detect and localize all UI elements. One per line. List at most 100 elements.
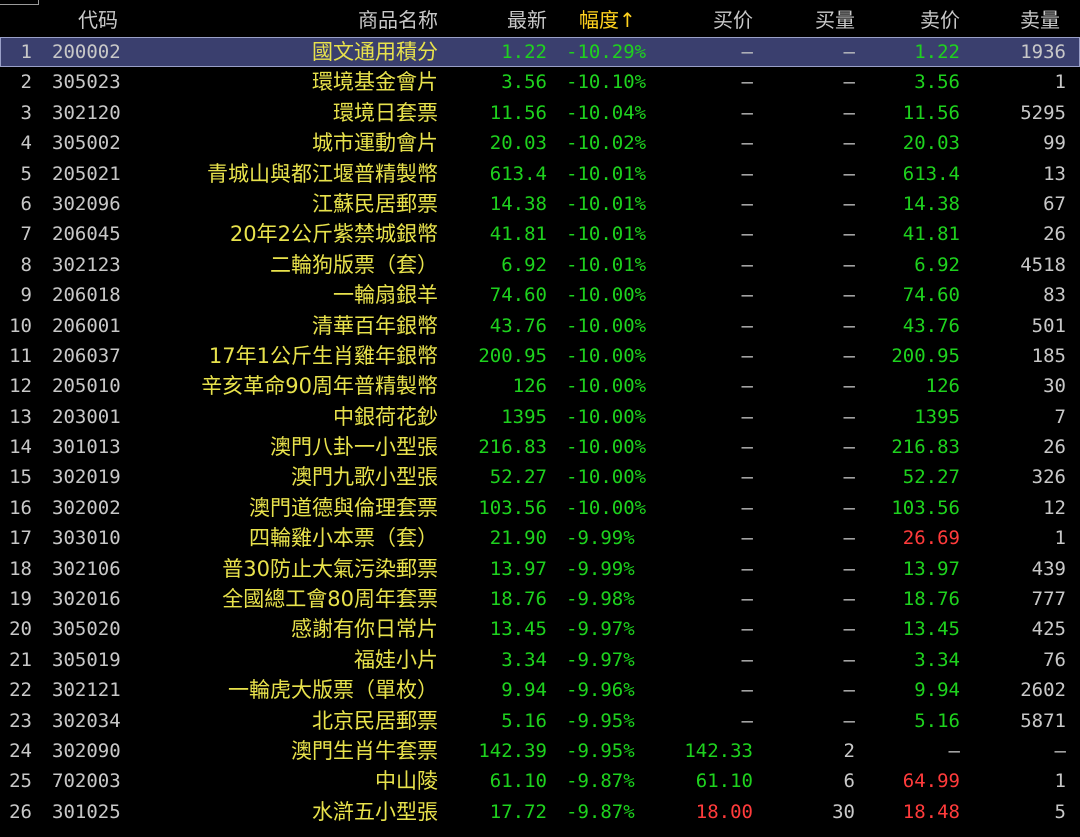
table-row[interactable]: 19 302016 全國總工會80周年套票 18.76 -9.98% — — 18.76 777 bbox=[0, 584, 1080, 614]
row-ask-price: 20.03 bbox=[902, 132, 960, 155]
header-bid[interactable]: 买价 bbox=[713, 4, 753, 35]
row-code: 301025 bbox=[52, 800, 121, 823]
row-bid-price: — bbox=[741, 405, 753, 428]
table-row[interactable]: 25 702003 中山陵 61.10 -9.87% 61.10 6 64.99 1 bbox=[0, 766, 1080, 796]
header-code[interactable]: 代码 bbox=[78, 4, 118, 35]
table-row[interactable]: 2 305023 環境基金會片 3.56 -10.10% — — 3.56 1 bbox=[0, 67, 1080, 97]
row-bid-volume: — bbox=[843, 314, 855, 337]
table-row[interactable]: 24 302090 澳門生肖牛套票 142.39 -9.95% 142.33 2 — — bbox=[0, 736, 1080, 766]
row-bid-price: — bbox=[741, 618, 753, 641]
header-change-sorted[interactable]: 幅度↑ bbox=[579, 4, 636, 35]
row-ask-volume: 185 bbox=[1031, 344, 1066, 367]
row-change-percent: -10.01% bbox=[566, 253, 647, 276]
table-row[interactable]: 11 206037 17年1公斤生肖雞年銀幣 200.95 -10.00% — — 200.9… bbox=[0, 341, 1080, 371]
row-bid-volume: — bbox=[843, 618, 855, 641]
row-code: 303010 bbox=[52, 527, 121, 550]
table-row[interactable]: 16 302002 澳門道德與倫理套票 103.56 -10.00% — — 103.56 12 bbox=[0, 493, 1080, 523]
table-row[interactable]: 1 200002 國文通用積分 1.22 -10.29% — — 1.22 1936 bbox=[0, 37, 1080, 68]
row-change-percent: -10.00% bbox=[566, 436, 647, 459]
table-row[interactable]: 13 203001 中銀荷花鈔 1395 -10.00% — — 1395 7 bbox=[0, 402, 1080, 432]
table-row[interactable]: 26 301025 水滸五小型張 17.72 -9.87% 18.00 30 18.48 5 bbox=[0, 797, 1080, 827]
table-row[interactable]: 22 302121 一輪虎大版票（單枚） 9.94 -9.96% — — 9.94 2602 bbox=[0, 675, 1080, 705]
row-last-price: 13.45 bbox=[489, 618, 547, 641]
row-code: 302096 bbox=[52, 192, 121, 215]
row-ask-price: 5.16 bbox=[914, 709, 960, 732]
header-ask-volume[interactable]: 卖量 bbox=[1020, 4, 1060, 35]
table-row[interactable]: 17 303010 四輪雞小本票（套） 21.90 -9.99% — — 26.69 1 bbox=[0, 523, 1080, 553]
row-ask-price: 613.4 bbox=[902, 162, 960, 185]
row-change-percent: -9.95% bbox=[566, 739, 635, 762]
row-ask-volume: 26 bbox=[1043, 223, 1066, 246]
table-row[interactable]: 10 206001 清華百年銀幣 43.76 -10.00% — — 43.76 501 bbox=[0, 311, 1080, 341]
row-bid-price: — bbox=[741, 375, 753, 398]
table-row[interactable]: 12 205010 辛亥革命90周年普精製幣 126 -10.00% — — 126 30 bbox=[0, 371, 1080, 401]
row-bid-price: — bbox=[741, 101, 753, 124]
table-row[interactable]: 5 205021 青城山與都江堰普精製幣 613.4 -10.01% — — 613.4 13 bbox=[0, 159, 1080, 189]
row-code: 200002 bbox=[52, 41, 121, 63]
row-bid-volume: 30 bbox=[832, 800, 855, 823]
row-name: 江蘇民居郵票 bbox=[312, 191, 438, 216]
row-change-percent: -10.29% bbox=[566, 41, 647, 63]
row-bid-price: — bbox=[741, 284, 753, 307]
row-name: 澳門八卦一小型張 bbox=[270, 435, 438, 460]
table-row[interactable]: 4 305002 城市運動會片 20.03 -10.02% — — 20.03 99 bbox=[0, 128, 1080, 158]
row-index: 10 bbox=[9, 314, 32, 337]
table-row[interactable]: 21 305019 福娃小片 3.34 -9.97% — — 3.34 76 bbox=[0, 645, 1080, 675]
table-row[interactable]: 14 301013 澳門八卦一小型張 216.83 -10.00% — — 216.83 26 bbox=[0, 432, 1080, 462]
row-bid-price: 18.00 bbox=[695, 800, 753, 823]
row-change-percent: -10.00% bbox=[566, 466, 647, 489]
table-row[interactable]: 7 206045 20年2公斤紫禁城銀幣 41.81 -10.01% — — 41.81 26 bbox=[0, 219, 1080, 249]
header-bid-volume[interactable]: 买量 bbox=[815, 4, 855, 35]
row-last-price: 20.03 bbox=[489, 132, 547, 155]
row-ask-volume: 7 bbox=[1054, 405, 1066, 428]
row-index: 8 bbox=[20, 253, 32, 276]
row-index: 22 bbox=[9, 679, 32, 702]
table-row[interactable]: 18 302106 普30防止大氣污染郵票 13.97 -9.99% — — 13.97 439 bbox=[0, 554, 1080, 584]
row-last-price: 5.16 bbox=[501, 709, 547, 732]
row-code: 302002 bbox=[52, 496, 121, 519]
row-ask-volume: 326 bbox=[1031, 466, 1066, 489]
row-ask-price: 3.56 bbox=[914, 71, 960, 94]
row-name: 福娃小片 bbox=[354, 647, 438, 672]
row-name: 中山陵 bbox=[375, 769, 438, 794]
row-last-price: 74.60 bbox=[489, 284, 547, 307]
row-bid-volume: — bbox=[843, 41, 855, 63]
row-name: 澳門九歌小型張 bbox=[291, 465, 438, 490]
row-change-percent: -9.87% bbox=[566, 800, 635, 823]
header-name[interactable]: 商品名称 bbox=[358, 4, 438, 35]
row-bid-volume: — bbox=[843, 375, 855, 398]
row-bid-price: 142.33 bbox=[684, 739, 753, 762]
table-row[interactable]: 15 302019 澳門九歌小型張 52.27 -10.00% — — 52.27 326 bbox=[0, 462, 1080, 492]
header-ask[interactable]: 卖价 bbox=[920, 4, 960, 35]
row-last-price: 1.22 bbox=[501, 41, 547, 63]
row-change-percent: -10.00% bbox=[566, 375, 647, 398]
row-name: 全國總工會80周年套票 bbox=[222, 587, 438, 612]
row-change-percent: -10.01% bbox=[566, 192, 647, 215]
row-change-percent: -10.00% bbox=[566, 496, 647, 519]
row-code: 203001 bbox=[52, 405, 121, 428]
row-ask-price: 11.56 bbox=[902, 101, 960, 124]
row-index: 4 bbox=[20, 132, 32, 155]
row-bid-volume: — bbox=[843, 648, 855, 671]
row-bid-price: — bbox=[741, 223, 753, 246]
row-name: 17年1公斤生肖雞年銀幣 bbox=[208, 343, 438, 368]
table-row[interactable]: 8 302123 二輪狗版票（套） 6.92 -10.01% — — 6.92 4518 bbox=[0, 250, 1080, 280]
table-row[interactable]: 23 302034 北京民居郵票 5.16 -9.95% — — 5.16 5871 bbox=[0, 706, 1080, 736]
table-row[interactable]: 9 206018 一輪扇銀羊 74.60 -10.00% — — 74.60 83 bbox=[0, 280, 1080, 310]
header-last[interactable]: 最新 bbox=[507, 4, 547, 35]
row-ask-volume: 99 bbox=[1043, 132, 1066, 155]
row-name: 四輪雞小本票（套） bbox=[249, 526, 438, 551]
row-index: 12 bbox=[9, 375, 32, 398]
row-bid-price: — bbox=[741, 41, 753, 63]
row-name: 辛亥革命90周年普精製幣 bbox=[201, 374, 438, 399]
table-row[interactable]: 20 305020 感謝有你日常片 13.45 -9.97% — — 13.45 425 bbox=[0, 614, 1080, 644]
row-code: 205021 bbox=[52, 162, 121, 185]
table-header: 代码 商品名称 最新 幅度↑ 买价 买量 卖价 卖量 bbox=[0, 4, 1080, 35]
row-name: 清華百年銀幣 bbox=[312, 313, 438, 338]
row-last-price: 41.81 bbox=[489, 223, 547, 246]
row-name: 青城山與都江堰普精製幣 bbox=[207, 161, 438, 186]
row-last-price: 17.72 bbox=[489, 800, 547, 823]
row-ask-price: 1395 bbox=[914, 405, 960, 428]
table-row[interactable]: 3 302120 環境日套票 11.56 -10.04% — — 11.56 5295 bbox=[0, 98, 1080, 128]
table-row[interactable]: 6 302096 江蘇民居郵票 14.38 -10.01% — — 14.38 67 bbox=[0, 189, 1080, 219]
